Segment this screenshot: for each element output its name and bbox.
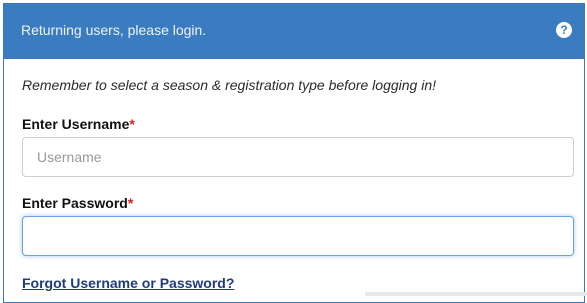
- username-label-text: Enter Username: [22, 116, 130, 132]
- login-panel-title: Returning users, please login.: [21, 22, 207, 38]
- forgot-credentials-link[interactable]: Forgot Username or Password?: [22, 275, 234, 291]
- footer-divider: [365, 292, 587, 296]
- login-panel-header: Returning users, please login. ?: [4, 4, 584, 59]
- username-label: Enter Username*: [22, 116, 135, 132]
- password-label-text: Enter Password: [22, 195, 128, 211]
- username-input[interactable]: [22, 137, 574, 177]
- question-circle-icon[interactable]: ?: [556, 22, 572, 38]
- required-marker: *: [129, 116, 135, 132]
- login-reminder-text: Remember to select a season & registrati…: [22, 77, 437, 93]
- required-marker: *: [127, 195, 134, 211]
- password-label: Enter Password*: [22, 195, 133, 211]
- password-input[interactable]: [22, 216, 574, 256]
